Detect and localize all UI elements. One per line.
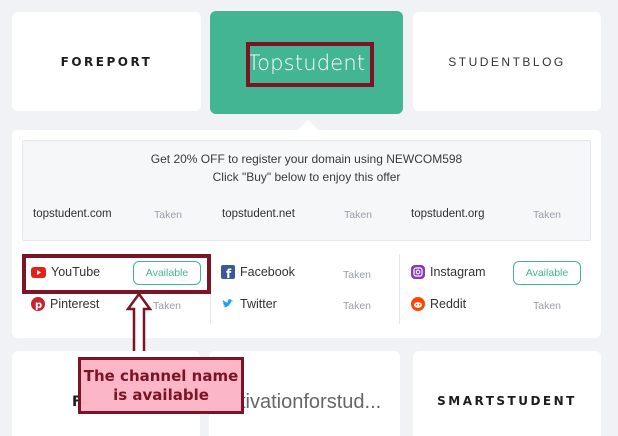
domain-name-net: topstudent.net	[222, 208, 295, 220]
highlight-box-topstudent	[246, 42, 374, 87]
column-divider	[399, 254, 400, 324]
name-card-label: STUDENTBLOG	[448, 54, 566, 69]
offer-box: Get 20% OFF to register your domain usin…	[22, 140, 591, 241]
name-card-studentblog[interactable]: STUDENTBLOG	[413, 12, 601, 111]
social-twitter: Twitter	[221, 297, 277, 311]
social-pinterest: p Pinterest	[31, 297, 99, 311]
social-facebook: f Facebook	[221, 265, 295, 279]
social-label: Reddit	[430, 297, 467, 311]
pinterest-icon: p	[31, 297, 45, 311]
arrow-up-icon	[126, 293, 152, 357]
domain-status-com: Taken	[154, 209, 183, 221]
svg-text:p: p	[35, 300, 42, 311]
facebook-icon: f	[221, 265, 235, 279]
twitter-icon	[221, 297, 235, 311]
social-label: Twitter	[240, 297, 277, 311]
instagram-available-button[interactable]: Available	[513, 261, 581, 285]
domain-status-net: Taken	[344, 209, 373, 221]
svg-text:f: f	[226, 267, 232, 279]
annotation-callout: The channel name is available	[78, 357, 244, 414]
page: { "top_cards": { "foreport": "FOREPORT",…	[0, 0, 618, 436]
name-card-foreport[interactable]: FOREPORT	[12, 12, 201, 111]
social-label: Facebook	[240, 265, 295, 279]
pinterest-status: Taken	[153, 300, 182, 312]
facebook-status: Taken	[343, 269, 372, 281]
highlight-box-youtube	[22, 254, 211, 294]
social-reddit: Reddit	[411, 297, 466, 311]
domain-status-org: Taken	[533, 209, 562, 221]
domain-name-com: topstudent.com	[33, 208, 112, 220]
social-label: Pinterest	[50, 297, 100, 311]
social-label: Instagram	[430, 265, 486, 279]
reddit-icon	[411, 297, 425, 311]
twitter-status: Taken	[343, 300, 372, 312]
selected-card-pointer	[298, 120, 318, 130]
availability-panel: Get 20% OFF to register your domain usin…	[12, 130, 601, 338]
instagram-icon	[411, 265, 425, 279]
offer-text-line1: Get 20% OFF to register your domain usin…	[150, 152, 463, 166]
reddit-status: Taken	[533, 300, 562, 312]
annotation-line2: is available	[113, 385, 209, 404]
name-card-label: tivationforstud...	[240, 391, 382, 413]
name-card-label: SMARTSTUDENT	[437, 394, 577, 408]
annotation-line1: The channel name	[83, 366, 239, 385]
domain-name-org: topstudent.org	[411, 208, 485, 220]
social-instagram: Instagram	[411, 265, 486, 279]
offer-text-line2: Click "Buy" below to enjoy this offer	[212, 170, 401, 184]
name-card-smartstudent[interactable]: SMARTSTUDENT	[413, 351, 601, 436]
name-card-label: FOREPORT	[60, 54, 153, 69]
